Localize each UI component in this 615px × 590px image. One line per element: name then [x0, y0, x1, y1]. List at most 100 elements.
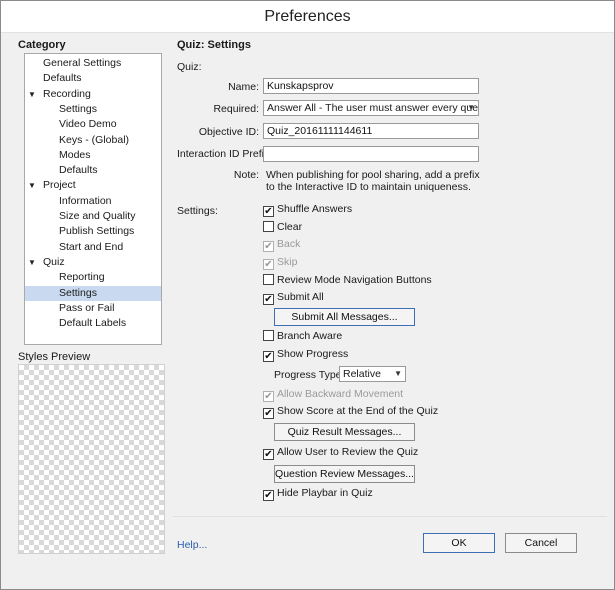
checkbox-label: Allow Backward Movement: [277, 388, 404, 400]
tree-item[interactable]: ▼ Project: [25, 178, 161, 193]
tree-item-label: Project: [43, 179, 76, 192]
checkbox-label: Allow User to Review the Quiz: [277, 446, 419, 458]
window-title: Preferences: [1, 1, 614, 33]
hide-playbar-checkbox[interactable]: ✔ Hide Playbar in Quiz: [263, 487, 373, 501]
preferences-window: Preferences Category General Settings Def…: [0, 0, 615, 590]
clear-checkbox[interactable]: Clear: [263, 221, 302, 235]
checkmark-icon[interactable]: ✔: [263, 408, 274, 419]
progress-type-select[interactable]: Relative ▼: [339, 366, 406, 382]
checkmark-icon[interactable]: ✔: [263, 351, 274, 362]
progress-type-value: Relative: [343, 368, 381, 380]
styles-preview-title: Styles Preview: [18, 351, 91, 363]
checkbox-box[interactable]: [263, 221, 274, 232]
ok-button[interactable]: OK: [423, 533, 495, 553]
tree-item[interactable]: Video Demo: [25, 117, 161, 132]
interaction-prefix-input[interactable]: [263, 146, 479, 162]
quiz-result-messages-button[interactable]: Quiz Result Messages...: [274, 423, 415, 441]
back-checkbox[interactable]: ✔ Back: [263, 238, 300, 252]
tree-item-label: General Settings: [43, 57, 122, 69]
checkbox-box[interactable]: [263, 330, 274, 341]
tree-item-label: Keys - (Global): [59, 133, 130, 146]
tree-item-label: Pass or Fail: [59, 301, 115, 314]
submit-all-messages-button[interactable]: Submit All Messages...: [274, 308, 415, 326]
tree-item[interactable]: Pass or Fail: [25, 301, 161, 316]
tree-item[interactable]: Default Labels: [25, 316, 161, 331]
allow-review-checkbox[interactable]: ✔ Allow User to Review the Quiz: [263, 446, 418, 460]
tree-item-label: Defaults: [43, 72, 82, 85]
checkmark-icon[interactable]: ✔: [263, 449, 274, 460]
review-mode-nav-checkbox[interactable]: Review Mode Navigation Buttons: [263, 274, 432, 288]
show-score-checkbox[interactable]: ✔ Show Score at the End of the Quiz: [263, 405, 438, 419]
tree-item[interactable]: ▼ Recording: [25, 87, 161, 102]
checkbox-label: Branch Aware: [277, 330, 343, 342]
tree-item-label: Recording: [43, 87, 91, 100]
required-select-value: Answer All - The user must answer every …: [267, 102, 479, 114]
checkbox-label: Submit All: [277, 291, 324, 303]
category-title: Category: [18, 39, 66, 51]
checkmark-icon[interactable]: ✔: [263, 294, 274, 305]
shuffle-answers-checkbox[interactable]: ✔ Shuffle Answers: [263, 203, 352, 217]
tree-item[interactable]: General Settings: [25, 56, 161, 71]
checkbox-label: Back: [277, 238, 301, 250]
category-tree: General Settings Defaults ▼ Recording Settin…: [24, 53, 162, 345]
tree-item-label: Publish Settings: [59, 225, 135, 238]
question-review-messages-button[interactable]: Question Review Messages...: [274, 465, 415, 483]
progress-type-label: Progress Type:: [274, 369, 345, 381]
tree-item-label: Information: [59, 194, 112, 207]
tree-item[interactable]: Modes: [25, 148, 161, 163]
note-line-2: to the Interactive ID to maintain unique…: [266, 181, 471, 193]
tree-item[interactable]: Publish Settings: [25, 224, 161, 239]
branch-aware-checkbox[interactable]: Branch Aware: [263, 330, 342, 344]
tree-item-label: Start and End: [59, 240, 124, 253]
tree-item[interactable]: ▼ Quiz: [25, 255, 161, 270]
help-link[interactable]: Help...: [177, 539, 207, 551]
tree-item[interactable]: Information: [25, 194, 161, 209]
expand-arrow-icon[interactable]: ▼: [28, 178, 36, 193]
tree-item[interactable]: Keys - (Global): [25, 133, 161, 148]
show-progress-checkbox[interactable]: ✔ Show Progress: [263, 348, 348, 362]
tree-item-label: Reporting: [59, 271, 105, 284]
checkmark-icon[interactable]: ✔: [263, 206, 274, 217]
checkbox-label: Shuffle Answers: [277, 203, 353, 215]
skip-checkbox[interactable]: ✔ Skip: [263, 256, 297, 270]
required-select[interactable]: Answer All - The user must answer every …: [263, 100, 479, 116]
tree-item-label: Settings: [59, 286, 97, 299]
checkmark-icon[interactable]: ✔: [263, 391, 274, 402]
chevron-down-icon: ▼: [394, 369, 402, 378]
tree-item-label: Default Labels: [59, 317, 127, 330]
tree-item[interactable]: Reporting: [25, 270, 161, 285]
tree-item[interactable]: Start and End: [25, 240, 161, 255]
checkmark-icon[interactable]: ✔: [263, 259, 274, 270]
objective-id-input[interactable]: [263, 123, 479, 139]
submit-all-checkbox[interactable]: ✔ Submit All: [263, 291, 324, 305]
allow-backward-checkbox[interactable]: ✔ Allow Backward Movement: [263, 388, 403, 402]
divider: [173, 516, 607, 517]
tree-item[interactable]: Defaults: [25, 71, 161, 86]
quiz-section-label: Quiz:: [177, 61, 202, 73]
panel-heading: Quiz: Settings: [177, 39, 251, 51]
expand-arrow-icon[interactable]: ▼: [28, 87, 36, 102]
note-label: Note:: [233, 169, 259, 181]
checkbox-label: Skip: [277, 256, 298, 268]
checkbox-label: Show Progress: [277, 348, 349, 360]
objective-id-label: Objective ID:: [198, 126, 259, 138]
cancel-button[interactable]: Cancel: [505, 533, 577, 553]
checkbox-label: Review Mode Navigation Buttons: [277, 274, 432, 286]
checkbox-box[interactable]: [263, 274, 274, 285]
note-line-1: When publishing for pool sharing, add a …: [266, 169, 480, 181]
name-label: Name:: [228, 81, 259, 93]
tree-item[interactable]: Size and Quality: [25, 209, 161, 224]
interaction-prefix-label: Interaction ID Prefix:: [177, 148, 273, 160]
checkmark-icon[interactable]: ✔: [263, 490, 274, 501]
tree-item[interactable]: Settings: [25, 102, 161, 117]
required-label: Required:: [213, 103, 259, 115]
tree-item[interactable]: Defaults: [25, 163, 161, 178]
name-input[interactable]: [263, 78, 479, 94]
tree-item[interactable]: Settings: [25, 285, 161, 301]
checkmark-icon[interactable]: ✔: [263, 241, 274, 252]
checkbox-label: Clear: [277, 221, 303, 233]
checkbox-label: Hide Playbar in Quiz: [277, 487, 373, 499]
styles-preview-canvas: [18, 364, 165, 554]
expand-arrow-icon[interactable]: ▼: [28, 255, 36, 270]
settings-label: Settings:: [177, 205, 218, 217]
